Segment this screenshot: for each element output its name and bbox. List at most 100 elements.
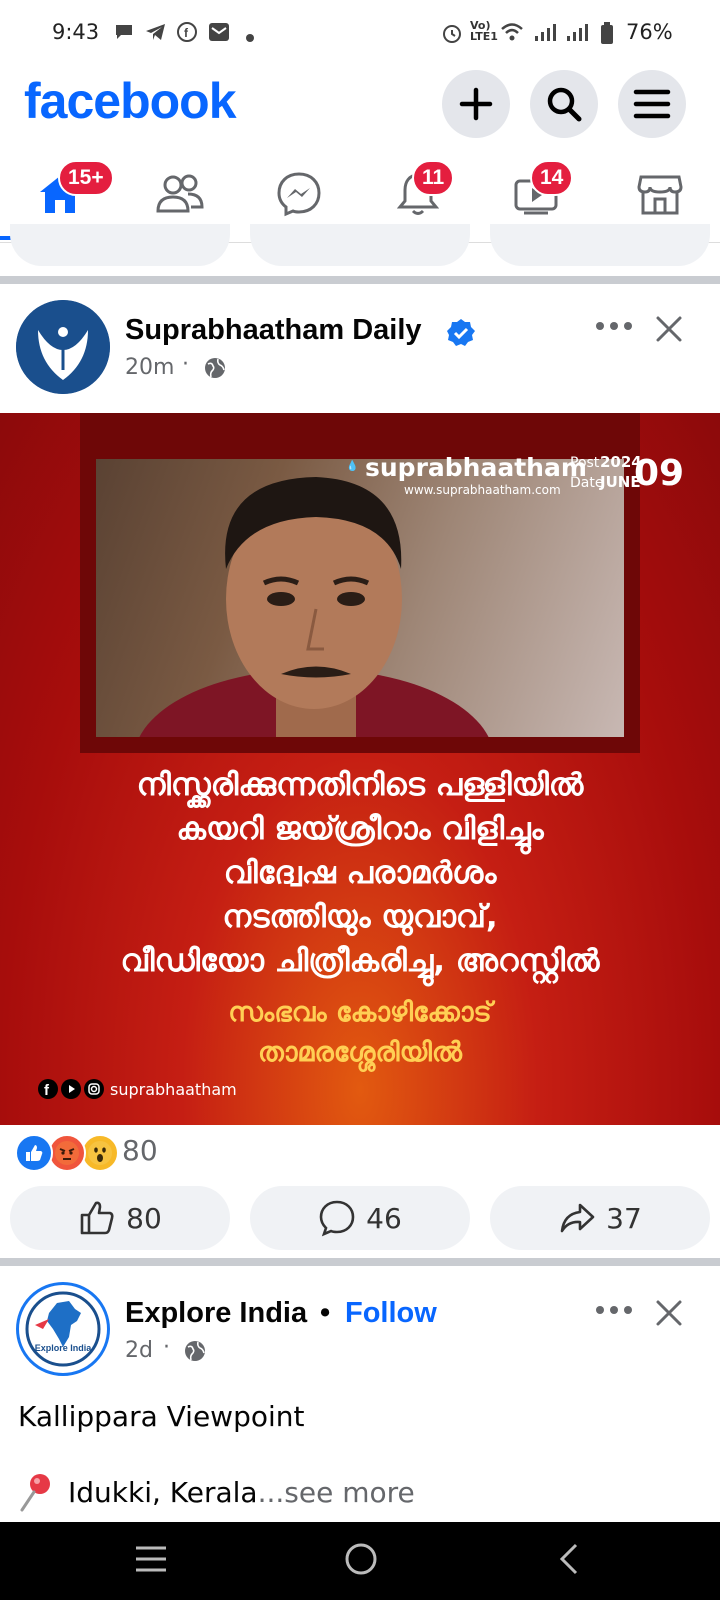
tab-marketplace[interactable] [632,170,688,218]
social-handle: suprabhaatham [110,1080,237,1099]
see-more-link[interactable]: ...see more [258,1476,415,1509]
back-icon[interactable] [556,1542,580,1581]
post2-location: Idukki, Kerala...see more [68,1476,415,1509]
share-count: 37 [606,1201,642,1235]
sub-line: താമരശ്ശേരിയിൽ [258,1037,462,1068]
post-date-label-1: Post [570,455,600,471]
post-date-label-2: Date [570,475,604,491]
post2-time[interactable]: 2d [125,1338,153,1363]
post2-text: Kallippara Viewpoint [18,1400,305,1433]
prev-like-button[interactable] [10,224,230,266]
person-photo [96,459,624,737]
telegram-icon [145,22,167,47]
facebook-icon: f [38,1079,58,1099]
pin-icon [18,1472,56,1517]
post-author[interactable]: Suprabhaatham Daily [125,314,422,347]
home-nav-icon[interactable] [344,1542,378,1581]
search-button[interactable] [530,70,598,138]
reaction-count[interactable]: 80 [122,1134,158,1167]
tab-messenger[interactable] [271,170,327,218]
like-button[interactable]: 80 [10,1186,230,1250]
headline-line: വീഡിയോ ചിത്രീകരിച്ചു, അറസ്റ്റിൽ [120,943,600,979]
headline-line: നടത്തിയും യുവാവ്, [222,899,498,935]
brand-website: www.suprabhaatham.com [404,483,561,497]
explore-india-avatar[interactable]: Explore India [16,1282,110,1376]
signal-icon [566,22,588,47]
share-button[interactable]: 37 [490,1186,710,1250]
headline-line: നിസ്ക്കരിക്കുന്നതിനിടെ പള്ളിയിൽ [136,767,584,803]
battery-percent: 76% [626,20,673,44]
follow-button[interactable]: Follow [345,1297,437,1330]
like-count: 80 [126,1201,162,1235]
messenger-icon [277,172,321,217]
angry-reaction-icon [48,1134,86,1172]
instagram-icon [84,1079,104,1099]
post2-author[interactable]: Explore India [125,1297,307,1330]
close-icon[interactable] [654,1298,684,1333]
sub-line: സംഭവം കോഴിക്കോട് [228,997,492,1028]
tab-friends[interactable] [152,170,208,218]
plus-icon [459,87,493,121]
search-icon [547,87,582,122]
close-icon[interactable] [654,314,684,349]
recent-apps-icon[interactable] [134,1544,168,1579]
location-text: Idukki, Kerala [68,1476,258,1509]
globe-icon [183,1339,207,1368]
more-options-icon[interactable] [594,1300,634,1325]
system-nav-bar [0,1522,720,1600]
friends-icon [156,174,204,213]
brand-drop-icon: 💧 [346,461,359,472]
prev-share-button[interactable] [490,224,710,266]
feed-separator [0,1258,720,1266]
social-icons: f [38,1079,104,1099]
wifi-icon [500,22,524,47]
chat-icon [114,22,134,47]
youtube-icon [61,1079,81,1099]
verified-badge-icon [446,318,476,353]
india-map-icon [25,1291,101,1367]
battery-icon [601,22,613,49]
like-reaction-icon [15,1134,53,1172]
alarm-icon [441,22,463,49]
mail-icon [208,22,230,47]
more-options-icon[interactable] [594,316,634,341]
create-button[interactable] [442,70,510,138]
comment-count: 46 [366,1201,402,1235]
facebook-icon: f [177,22,197,47]
brand-name: suprabhaatham [365,453,587,482]
home-badge: 15+ [58,160,114,196]
person-illustration [139,477,489,737]
notifications-badge: 11 [412,160,455,196]
follow-bullet: • [320,1297,331,1329]
globe-icon [203,356,227,385]
meta-dot: · [182,352,189,377]
explore-logo-text: Explore India [34,1343,92,1353]
facebook-logo[interactable]: facebook [24,72,237,130]
feed-separator [0,276,720,284]
share-icon [560,1203,595,1233]
avatar[interactable] [16,300,110,394]
menu-icon [633,89,671,119]
headline-block: നിസ്ക്കരിക്കുന്നതിനിടെ പള്ളിയിൽ കയറി ജയ്… [0,763,720,983]
status-bar: 9:43 f Vo) LTE1 76% [0,0,720,64]
menu-button[interactable] [618,70,686,138]
thumbs-up-icon [80,1201,114,1235]
comment-icon [319,1200,355,1237]
post-time[interactable]: 20m [125,355,174,380]
post-image[interactable]: 💧 suprabhaatham www.suprabhaatham.com Po… [0,413,720,1125]
svg-text:f: f [184,26,189,40]
video-badge: 14 [530,160,574,196]
comment-button[interactable]: 46 [250,1186,470,1250]
dot-icon [245,26,255,48]
headline-line: വിദ്വേഷ പരാമർശം [223,855,497,891]
volte-icon: Vo) LTE1 [470,19,498,43]
wow-reaction-icon [81,1134,119,1172]
headline-line: കയറി ജയ്ശ്രീറാം വിളിച്ചും [176,811,544,847]
marketplace-icon [637,175,683,215]
status-time: 9:43 [52,20,100,44]
subline-block: സംഭവം കോഴിക്കോട് താമരശ്ശേരിയിൽ [0,993,720,1073]
meta-dot: · [163,1335,170,1360]
prev-comment-button[interactable] [250,224,470,266]
post-day: 09 [634,453,685,494]
pen-nib-icon [16,300,110,394]
